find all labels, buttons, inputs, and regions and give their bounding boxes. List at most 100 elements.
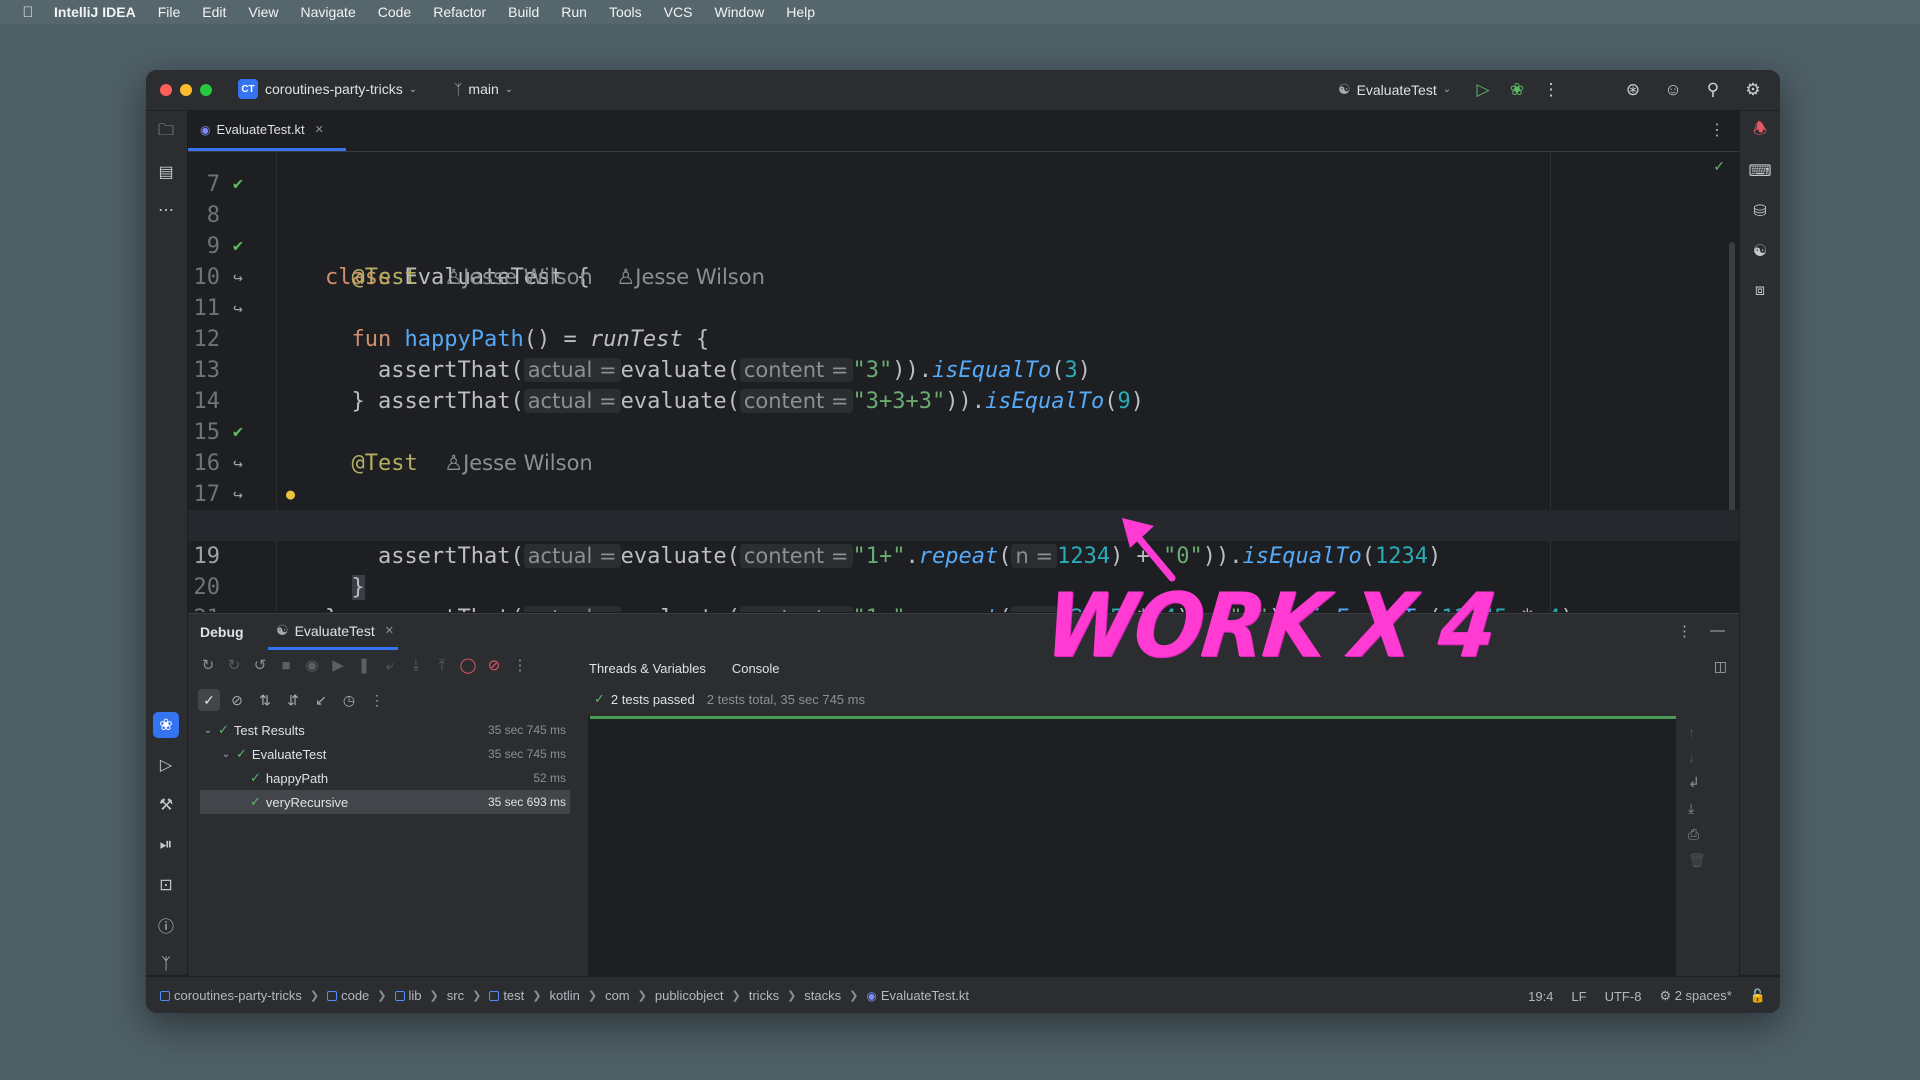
menu-edit[interactable]: Edit: [202, 4, 226, 20]
breadcrumb-item[interactable]: code: [327, 988, 369, 1003]
more-icon[interactable]: ⋮: [510, 656, 530, 674]
console-output[interactable]: ✓ 2 tests passed 2 tests total, 35 sec 7…: [588, 682, 1676, 976]
resume-icon[interactable]: ▶: [328, 656, 348, 674]
build-hammer-icon[interactable]: ⚒: [153, 792, 179, 818]
breakpoints-icon[interactable]: ◯: [458, 656, 478, 674]
run-test-gutter-icon[interactable]: ✔: [226, 169, 250, 200]
tree-row-test-results[interactable]: ⌄ ✓ Test Results 35 sec 745 ms: [188, 718, 580, 742]
tab-debug-session[interactable]: ☯ EvaluateTest ✕: [268, 614, 398, 650]
menu-tools[interactable]: Tools: [609, 4, 642, 20]
breadcrumb-item[interactable]: publicobject: [655, 988, 724, 1003]
sort-by-duration-icon[interactable]: ⇵: [282, 692, 304, 709]
mute-breakpoints-icon[interactable]: ⊘: [484, 656, 504, 674]
breadcrumb-item[interactable]: stacks: [804, 988, 841, 1003]
menu-run[interactable]: Run: [561, 4, 587, 20]
more-tools-icon[interactable]: ⋯: [153, 197, 179, 223]
breadcrumb-item[interactable]: ◉ EvaluateTest.kt: [866, 988, 969, 1003]
step-into-icon[interactable]: ⤓: [406, 657, 426, 674]
minimize-icon[interactable]: —: [1710, 622, 1725, 640]
run-test-gutter-icon[interactable]: ✔: [226, 417, 250, 448]
close-window-button[interactable]: [160, 84, 172, 96]
pause-icon[interactable]: ❚: [354, 656, 374, 674]
menu-help[interactable]: Help: [786, 4, 815, 20]
tree-row-happy-path[interactable]: ✓ happyPath 52 ms: [188, 766, 580, 790]
sort-alphabetically-icon[interactable]: ⇅: [254, 692, 276, 709]
services-icon[interactable]: ⏯: [153, 832, 179, 858]
tab-options-icon[interactable]: ⋮: [1709, 120, 1725, 140]
tab-threads-variables[interactable]: Threads & Variables: [576, 652, 719, 684]
breadcrumb-item[interactable]: tricks: [749, 988, 779, 1003]
layout-settings-icon[interactable]: ◫: [1714, 658, 1727, 675]
minimize-window-button[interactable]: [180, 84, 192, 96]
menu-navigate[interactable]: Navigate: [300, 4, 355, 20]
breadcrumb-item[interactable]: lib: [394, 988, 422, 1003]
toggle-auto-test-icon[interactable]: ↺: [250, 656, 270, 674]
menu-refactor[interactable]: Refactor: [433, 4, 486, 20]
terminal-icon[interactable]: ⊡: [153, 872, 179, 898]
menu-build[interactable]: Build: [508, 4, 539, 20]
debug-tool-icon[interactable]: ❀: [153, 712, 179, 738]
step-over-icon[interactable]: ⤶: [380, 657, 400, 674]
lock-icon[interactable]: 🔓: [1750, 988, 1766, 1004]
breadcrumb-item[interactable]: kotlin: [550, 988, 580, 1003]
branch-switcher[interactable]: ᛉ main ⌄: [454, 81, 513, 97]
print-icon[interactable]: ⎙: [1688, 826, 1706, 843]
menu-view[interactable]: View: [248, 4, 278, 20]
more-icon[interactable]: ⋮: [366, 692, 388, 709]
debug-icon[interactable]: ❀: [1504, 77, 1530, 103]
run-configuration-selector[interactable]: ☯ EvaluateTest ⌄: [1338, 81, 1451, 98]
menu-code[interactable]: Code: [378, 4, 411, 20]
run-icon[interactable]: ▷: [1470, 77, 1496, 103]
breadcrumb-item[interactable]: coroutines-party-tricks: [160, 988, 302, 1003]
menu-file[interactable]: File: [158, 4, 181, 20]
show-ignored-icon[interactable]: ⊘: [226, 692, 248, 709]
breadcrumb-item[interactable]: src: [447, 988, 464, 1003]
step-out-icon[interactable]: ⤒: [432, 657, 452, 674]
problems-icon[interactable]: ⓘ: [153, 912, 179, 938]
settings-gear-icon[interactable]: ⚙: [1740, 77, 1766, 103]
run-tool-icon[interactable]: ▷: [153, 752, 179, 778]
options-icon[interactable]: ⋮: [1677, 622, 1692, 640]
git-icon[interactable]: ᛉ: [153, 952, 179, 978]
code-editor[interactable]: ✓ 7 8 ✔ class EvaluateTest { ♙Jesse Wils…: [188, 152, 1739, 612]
rerun-icon[interactable]: ↻: [198, 656, 218, 674]
file-encoding[interactable]: UTF-8: [1605, 989, 1642, 1004]
soft-wrap-icon[interactable]: ↲: [1688, 774, 1706, 791]
tree-row-evaluate-test[interactable]: ⌄ ✓ EvaluateTest 35 sec 745 ms: [188, 742, 580, 766]
chevron-down-icon[interactable]: ⌄: [220, 749, 232, 760]
tab-console[interactable]: Console: [718, 652, 793, 686]
scroll-to-end-icon[interactable]: ⤓: [1688, 800, 1706, 817]
trash-icon[interactable]: 🗑: [1688, 852, 1706, 869]
zoom-window-button[interactable]: [200, 84, 212, 96]
ai-chat-icon[interactable]: ⌨: [1747, 158, 1773, 184]
rerun-failed-icon[interactable]: ↻: [224, 656, 244, 674]
tree-row-very-recursive[interactable]: ✓ veryRecursive 35 sec 693 ms: [200, 790, 570, 814]
caret-position[interactable]: 19:4: [1528, 989, 1553, 1004]
show-passed-icon[interactable]: ✓: [198, 689, 220, 711]
database-icon[interactable]: ⛁: [1747, 198, 1773, 224]
close-tab-icon[interactable]: ✕: [315, 123, 324, 136]
breadcrumb-item[interactable]: com: [605, 988, 630, 1003]
gradle-icon[interactable]: ☯: [1747, 238, 1773, 264]
structure-icon[interactable]: ▤: [153, 159, 179, 185]
arrow-down-icon[interactable]: ↓: [1688, 749, 1706, 765]
tab-evaluate-test[interactable]: ◉ EvaluateTest.kt ✕: [188, 111, 346, 151]
menu-window[interactable]: Window: [714, 4, 764, 20]
test-history-icon[interactable]: ◷: [338, 692, 360, 709]
ai-assistant-icon[interactable]: ⊛: [1620, 77, 1646, 103]
lightbulb-icon[interactable]: ●: [286, 479, 295, 510]
indent-setting[interactable]: ⚙ 2 spaces*: [1659, 988, 1731, 1004]
collapse-all-icon[interactable]: ↙: [310, 692, 332, 709]
view-breakpoints-icon[interactable]: ◉: [302, 656, 322, 674]
kotlin-notebook-icon[interactable]: ⧈: [1747, 278, 1773, 304]
apple-icon[interactable]: : [18, 4, 38, 21]
arrow-up-icon[interactable]: ↑: [1688, 724, 1706, 740]
search-icon[interactable]: ⚲: [1700, 77, 1726, 103]
line-separator[interactable]: LF: [1571, 989, 1586, 1004]
project-switcher[interactable]: CT coroutines-party-tricks ⌄: [238, 79, 417, 99]
menu-vcs[interactable]: VCS: [664, 4, 693, 20]
chevron-down-icon[interactable]: ⌄: [202, 725, 214, 736]
run-test-gutter-icon[interactable]: ✔: [226, 231, 250, 262]
more-actions-icon[interactable]: ⋮: [1538, 77, 1564, 103]
app-menu-name[interactable]: IntelliJ IDEA: [54, 4, 136, 20]
